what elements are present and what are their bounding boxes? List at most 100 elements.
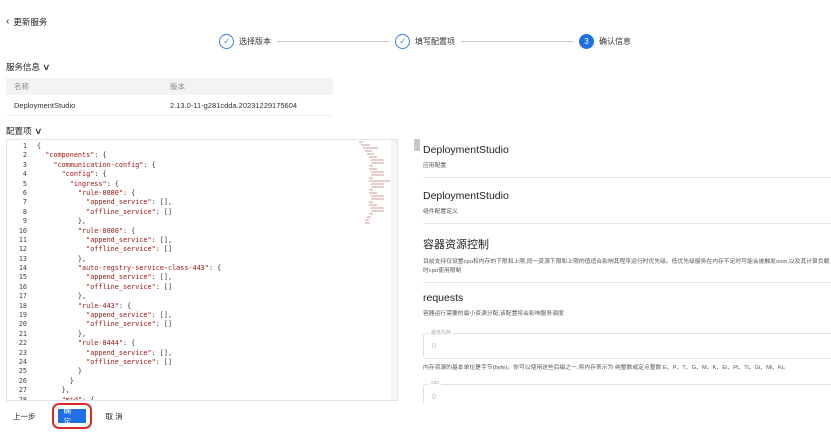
code-line: 8 "offline_service": []: [7, 208, 221, 217]
field-value: 0: [432, 394, 436, 401]
step-label: 填写配置项: [415, 37, 455, 46]
service-info-table: 名称 版本 DeploymentStudio 2.13.0-11-g281cdd…: [6, 78, 333, 116]
step-label: 确认信息: [599, 37, 631, 46]
line-number: 23: [18, 348, 27, 357]
code-line: 19 "append_service": [],: [7, 311, 221, 320]
code-line: 15 "append_service": [],: [7, 273, 221, 282]
line-text: "rule-8000": {: [77, 226, 136, 235]
minimap-line: [365, 222, 370, 224]
form-section: 容器资源控制 目前支持仅设置cpu和内存的下限和上限,同一资源下限和上限的值适合…: [423, 236, 831, 283]
editor-minimap[interactable]: [359, 140, 390, 400]
line-number: 19: [18, 311, 27, 320]
line-number: 5: [22, 179, 27, 188]
line-number: 25: [18, 367, 27, 376]
prev-step-button[interactable]: 上一步: [6, 408, 43, 424]
cpu-request-field[interactable]: cpu 0: [423, 380, 831, 403]
code-line: 10 "rule-8000": {: [7, 227, 221, 236]
section-description-cont: 时cpu使用限制: [423, 268, 462, 274]
confirm-button[interactable]: 确 定: [51, 403, 92, 429]
code-line: 23 "append_service": [],: [7, 349, 221, 358]
section-heading: DeploymentStudio: [423, 144, 509, 156]
minimap-line: [369, 168, 378, 170]
line-text: "offline_service": []: [86, 282, 173, 291]
code-line: 7 "append_service": [],: [7, 198, 221, 207]
code-line: 27 },: [7, 386, 221, 395]
line-number: 8: [22, 207, 27, 216]
code-line: 1{: [7, 142, 221, 151]
step-connector: [461, 41, 573, 42]
code-line: 16 "offline_service": []: [7, 283, 221, 292]
line-text: "communication-config": {: [53, 160, 156, 169]
table-row: DeploymentStudio 2.13.0-11-g281cdda.2023…: [6, 95, 333, 116]
line-number: 3: [22, 160, 27, 169]
service-info-toggle[interactable]: 服务信息 ∨: [6, 61, 51, 73]
line-number: 1: [22, 142, 27, 150]
line-number: 24: [18, 357, 27, 366]
minimap-line: [369, 204, 378, 206]
line-text: "append_service": [],: [86, 273, 173, 282]
column-header-name: 名称: [14, 82, 29, 91]
line-number: 2: [22, 151, 27, 160]
line-text: "append_service": [],: [86, 198, 173, 207]
minimap-line: [365, 219, 369, 221]
chevron-down-icon: ∨: [42, 61, 51, 72]
line-number: 18: [18, 301, 27, 310]
minimap-line: [367, 153, 375, 155]
memory-request-field[interactable]: 最低内存 0: [423, 329, 831, 359]
line-text: "mid": {: [61, 395, 95, 401]
line-text: "offline_service": []: [86, 245, 173, 254]
divider: [423, 282, 831, 283]
code-line: 14 "auto-regstry-service-class-443": {: [7, 264, 221, 273]
field-label: cpu: [429, 380, 442, 386]
check-icon: ✓: [219, 34, 234, 49]
line-text: },: [77, 254, 87, 263]
section-description: 应用配置: [423, 163, 447, 169]
minimap-line: [371, 195, 384, 197]
minimap-line: [371, 171, 384, 173]
footer-actions: 上一步 确 定 取 消: [6, 403, 130, 429]
editor-scrollbar[interactable]: [391, 140, 397, 400]
code-line: 2 "components": {: [7, 151, 221, 160]
code-line: 4 "config": {: [7, 170, 221, 179]
line-number: 20: [18, 320, 27, 329]
minimap-line: [369, 189, 373, 191]
line-number: 16: [18, 282, 27, 291]
line-text: "rule-8444": {: [77, 339, 136, 348]
code-line: 9 },: [7, 217, 221, 226]
cancel-button[interactable]: 取 消: [98, 408, 130, 424]
config-form-panel: DeploymentStudio 应用配置 DeploymentStudio 组…: [414, 139, 831, 403]
minimap-line: [371, 183, 384, 185]
minimap-line: [369, 156, 378, 158]
code-editor[interactable]: 1{2 "components": {3 "communication-conf…: [6, 139, 398, 401]
code-line: 5 "ingress": {: [7, 180, 221, 189]
code-line: 20 "offline_service": []: [7, 320, 221, 329]
line-text: "append_service": [],: [86, 348, 173, 357]
minimap-line: [369, 165, 373, 167]
field-label: 最低内存: [429, 329, 454, 336]
line-text: },: [61, 386, 70, 395]
code-line: 12 "offline_service": []: [7, 245, 221, 254]
field-value: 0: [432, 343, 436, 350]
form-section: requests 容器运行需要的最小资源分配,该配置将会影响服务调度: [423, 292, 831, 318]
chevron-left-icon[interactable]: ‹: [6, 17, 9, 27]
step-connector: [277, 41, 389, 42]
memory-hint: 内存资源的基本单位是字节(byte)。你可以使用这些后缀之一,将内存表示为 纯整…: [423, 364, 831, 372]
config-toggle[interactable]: 配置项 ∨: [6, 125, 42, 137]
panel-scrollbar[interactable]: [414, 139, 420, 151]
section-heading: 容器资源控制: [423, 239, 489, 251]
code-line: 18 "rule-443": {: [7, 302, 221, 311]
line-number: 7: [22, 198, 27, 207]
line-number: 26: [18, 376, 27, 385]
step-fill-config: ✓ 填写配置项: [395, 34, 455, 49]
code-line: 11 "append_service": [],: [7, 236, 221, 245]
line-text: "config": {: [61, 170, 107, 179]
section-title: 服务信息: [6, 62, 41, 72]
line-text: "offline_service": []: [86, 207, 173, 216]
line-text: }: [69, 376, 74, 385]
line-number: 22: [18, 339, 27, 348]
form-section: DeploymentStudio 组件配置定义: [423, 190, 831, 224]
line-text: {: [37, 142, 42, 150]
minimap-line: [369, 192, 377, 194]
code-line: 24 "offline_service": []: [7, 358, 221, 367]
line-text: "rule-8080": {: [77, 188, 136, 197]
